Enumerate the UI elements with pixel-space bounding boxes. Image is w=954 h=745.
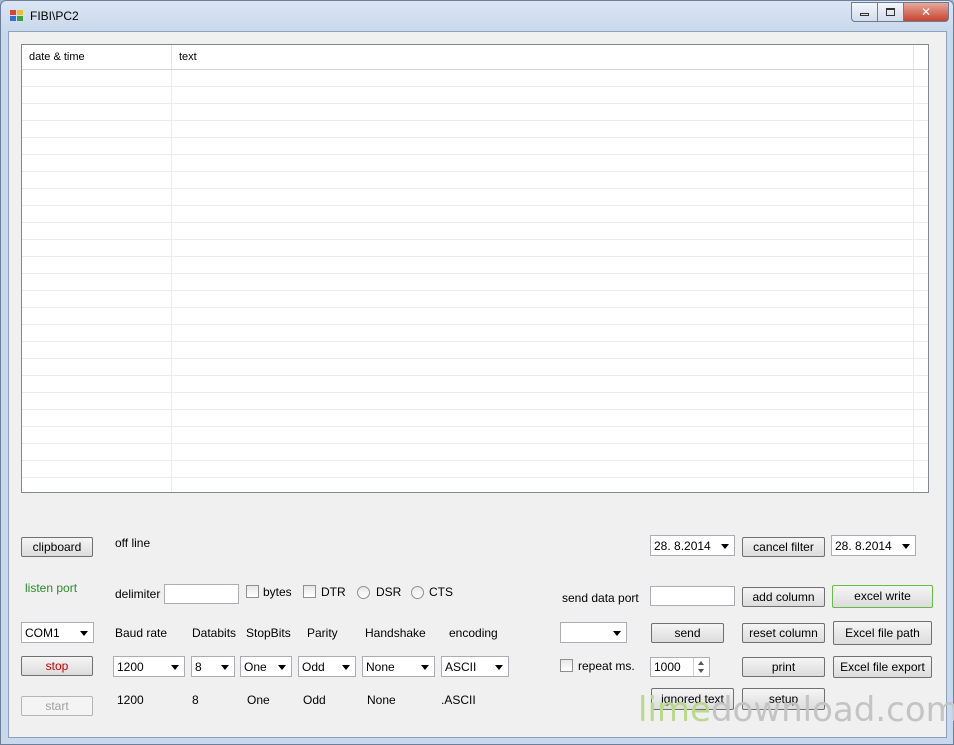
stopbits-select[interactable]: One — [240, 656, 292, 677]
baud-rate-select[interactable]: 1200 — [113, 656, 185, 677]
print-button[interactable]: print — [742, 657, 825, 677]
dropdown-arrow-icon — [278, 665, 286, 670]
dtr-checkbox[interactable] — [303, 585, 316, 598]
current-baud-rate: 1200 — [117, 693, 144, 707]
dtr-label: DTR — [321, 585, 346, 599]
encoding-value: ASCII — [445, 660, 477, 674]
cancel-filter-button[interactable]: cancel filter — [742, 537, 825, 557]
client-area: date & time text clipboard off line 28. … — [8, 31, 947, 738]
stopbits-value: One — [244, 660, 267, 674]
parity-select[interactable]: Odd — [298, 656, 356, 677]
dropdown-arrow-icon — [613, 631, 621, 636]
repeat-ms-value: 1000 — [654, 660, 681, 674]
repeat-checkbox[interactable] — [560, 659, 573, 672]
dropdown-arrow-icon — [171, 665, 179, 670]
column-header-date-time[interactable]: date & time — [22, 45, 172, 69]
repeat-ms-label: repeat ms. — [578, 659, 635, 673]
stop-button[interactable]: stop — [21, 656, 93, 676]
data-grid[interactable]: date & time text — [21, 44, 929, 493]
date-from-picker[interactable]: 28. 8.2014 — [650, 535, 735, 556]
cts-radio[interactable] — [411, 586, 424, 599]
encoding-select[interactable]: ASCII — [441, 656, 509, 677]
bytes-label: bytes — [263, 585, 292, 599]
send-data-input[interactable] — [650, 586, 735, 606]
parity-label: Parity — [307, 626, 338, 640]
dropdown-arrow-icon — [80, 631, 88, 636]
current-handshake: None — [367, 693, 396, 707]
stopbits-label: StopBits — [246, 626, 291, 640]
status-label: off line — [115, 536, 151, 550]
grid-header: date & time text — [22, 45, 928, 70]
date-to-picker[interactable]: 28. 8.2014 — [831, 535, 916, 556]
close-button[interactable]: ✕ — [903, 2, 949, 22]
main-window: FIBI\PC2 ✕ date & time text clipboard of… — [0, 0, 954, 745]
listen-port-label: listen port — [25, 581, 78, 595]
databits-label: Databits — [192, 626, 237, 640]
dropdown-arrow-icon — [902, 544, 910, 549]
delimiter-label: delimiter — [115, 587, 161, 601]
cts-label: CTS — [429, 585, 453, 599]
baud-rate-value: 1200 — [117, 660, 144, 674]
dsr-radio[interactable] — [357, 586, 370, 599]
handshake-value: None — [366, 660, 395, 674]
clipboard-button[interactable]: clipboard — [21, 537, 93, 557]
encoding-label: encoding — [449, 626, 498, 640]
dsr-label: DSR — [376, 585, 402, 599]
date-from-value: 28. 8.2014 — [654, 539, 711, 553]
dropdown-arrow-icon — [342, 665, 350, 670]
excel-write-button[interactable]: excel write — [832, 585, 933, 608]
maximize-button[interactable] — [877, 2, 903, 22]
send-button[interactable]: send — [651, 623, 724, 643]
spin-up-icon[interactable] — [698, 661, 704, 665]
window-title: FIBI\PC2 — [30, 9, 79, 23]
bytes-checkbox[interactable] — [246, 585, 259, 598]
watermark-logo: limedownload.com — [638, 690, 954, 730]
dropdown-arrow-icon — [421, 665, 429, 670]
com-port-select[interactable]: COM1 — [21, 622, 94, 643]
current-stopbits: One — [247, 693, 270, 707]
current-parity: Odd — [303, 693, 326, 707]
reset-column-button[interactable]: reset column — [742, 623, 825, 643]
repeat-ms-spinner[interactable]: 1000 — [650, 657, 710, 677]
close-icon: ✕ — [920, 5, 932, 19]
delimiter-input[interactable] — [164, 584, 239, 604]
send-data-port-label: send data port — [562, 591, 639, 605]
dropdown-arrow-icon — [495, 665, 503, 670]
spinner-arrows[interactable] — [693, 658, 709, 676]
minimize-icon — [860, 13, 869, 16]
handshake-label: Handshake — [365, 626, 426, 640]
restore-icon — [886, 8, 895, 16]
dropdown-arrow-icon — [221, 665, 229, 670]
column-header-text[interactable]: text — [172, 45, 914, 69]
excel-file-export-button[interactable]: Excel file export — [833, 656, 932, 678]
current-encoding: .ASCII — [441, 693, 476, 707]
minimize-button[interactable] — [851, 2, 877, 22]
excel-file-path-button[interactable]: Excel file path — [833, 621, 932, 645]
date-to-value: 28. 8.2014 — [835, 539, 892, 553]
send-port-select[interactable] — [560, 622, 627, 643]
spin-down-icon[interactable] — [698, 669, 704, 673]
grid-rows[interactable] — [22, 70, 928, 492]
current-databits: 8 — [192, 693, 199, 707]
databits-value: 8 — [195, 660, 202, 674]
baud-rate-label: Baud rate — [115, 626, 168, 640]
start-button[interactable]: start — [21, 696, 93, 716]
add-column-button[interactable]: add column — [742, 587, 825, 607]
dropdown-arrow-icon — [721, 544, 729, 549]
app-icon — [10, 10, 24, 22]
databits-select[interactable]: 8 — [191, 656, 235, 677]
parity-value: Odd — [302, 660, 325, 674]
com-port-value: COM1 — [25, 626, 60, 640]
title-bar[interactable]: FIBI\PC2 ✕ — [1, 1, 953, 31]
handshake-select[interactable]: None — [362, 656, 435, 677]
